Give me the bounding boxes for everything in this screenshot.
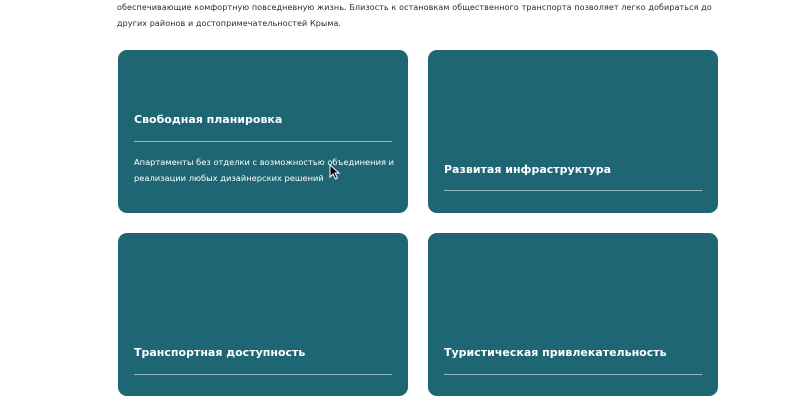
card-divider <box>444 190 702 191</box>
intro-line-1: обеспечивающие комфортную повседневную ж… <box>117 3 712 12</box>
card-title: Транспортная доступность <box>134 346 306 359</box>
feature-card-transport[interactable]: Транспортная доступность <box>118 233 408 396</box>
intro-text: обеспечивающие комфортную повседневную ж… <box>117 0 717 32</box>
feature-card-tourism[interactable]: Туристическая привлекательность <box>428 233 718 396</box>
feature-card-infrastructure[interactable]: Развитая инфраструктура <box>428 50 718 213</box>
card-title: Развитая инфраструктура <box>444 163 612 176</box>
card-description: Апартаменты без отделки с возможностью о… <box>134 157 394 183</box>
feature-card-layout[interactable]: Свободная планировка Апартаменты без отд… <box>118 50 408 213</box>
card-title: Туристическая привлекательность <box>444 346 667 359</box>
card-divider <box>134 141 392 142</box>
card-divider <box>444 374 702 375</box>
card-title: Свободная планировка <box>134 113 283 126</box>
intro-line-2: других районов и достопримечательностей … <box>117 19 342 28</box>
mouse-pointer-icon <box>329 164 341 180</box>
card-divider <box>134 374 392 375</box>
